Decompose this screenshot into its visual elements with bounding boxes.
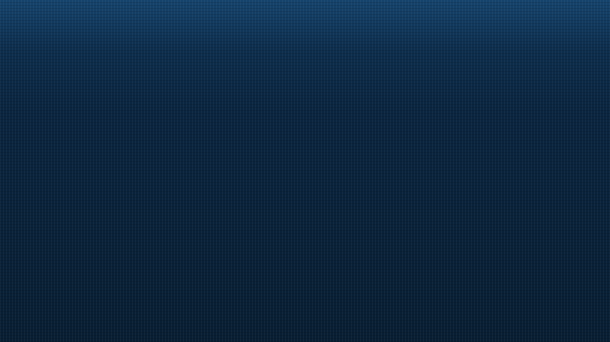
blank-screen-background (0, 0, 610, 342)
top-glow-band (0, 0, 610, 48)
horizontal-dot-texture (0, 0, 610, 342)
vertical-line-texture (0, 0, 610, 342)
